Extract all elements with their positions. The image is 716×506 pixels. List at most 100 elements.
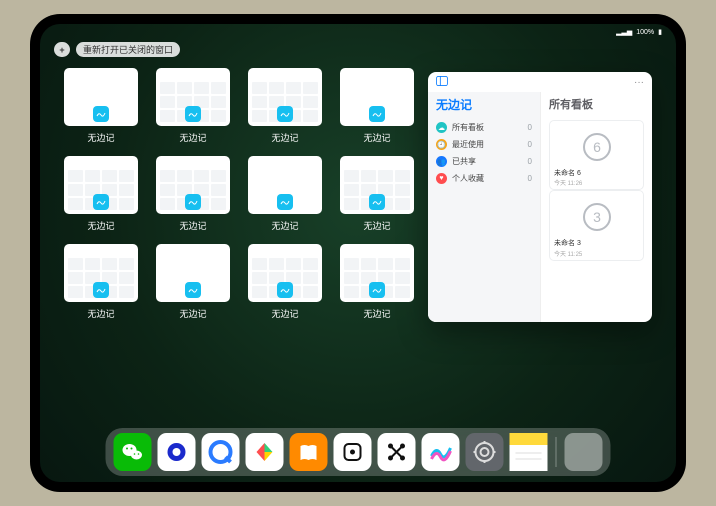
thumb-label: 无边记 — [87, 307, 114, 320]
freeform-icon — [185, 194, 201, 210]
signal-icon: ▂▃▅ — [616, 28, 632, 36]
thumb-preview — [156, 244, 230, 302]
freeform-icon — [93, 194, 109, 210]
window-thumb[interactable]: 无边记 — [340, 156, 414, 236]
thumb-preview — [340, 156, 414, 214]
expanded-toolbar: ··· — [428, 72, 652, 92]
freeform-icon — [369, 194, 385, 210]
battery-label: 100% — [636, 29, 654, 36]
dock — [106, 428, 611, 476]
expanded-main: 所有看板 6 未命名 6 今天 11:26 3 未命名 3 今天 11:25 — [540, 92, 652, 322]
thumb-preview — [340, 244, 414, 302]
board-subtitle: 今天 11:25 — [554, 249, 639, 258]
dock-browser-q-icon[interactable] — [202, 433, 240, 471]
window-thumb[interactable]: 无边记 — [248, 244, 322, 324]
window-thumb[interactable]: 无边记 — [64, 68, 138, 148]
screen: ▂▃▅ 100% ▮ + 重新打开已关闭的窗口 无边记无边记无边记无边记无边记无… — [40, 24, 676, 482]
thumb-label: 无边记 — [179, 219, 206, 232]
content-area: 无边记无边记无边记无边记无边记无边记无边记无边记无边记无边记无边记无边记 ···… — [40, 64, 676, 428]
thumb-label: 无边记 — [363, 219, 390, 232]
svg-text:6: 6 — [593, 139, 601, 155]
dock-notes-icon[interactable] — [510, 433, 548, 471]
sidebar-item[interactable]: ☁ 所有看板 0 — [436, 119, 532, 136]
status-right: ▂▃▅ 100% ▮ — [616, 28, 662, 36]
expanded-window[interactable]: ··· 无边记 ☁ 所有看板 0🕘 最近使用 0👥 已共享 0♥ 个人收藏 0 … — [428, 72, 652, 322]
board-name: 未命名 6 — [554, 170, 639, 178]
cloud-icon: ☁ — [436, 122, 447, 133]
thumb-label: 无边记 — [87, 131, 114, 144]
window-thumb[interactable]: 无边记 — [340, 244, 414, 324]
dock-separator — [556, 437, 557, 467]
thumb-preview — [64, 156, 138, 214]
dock-settings-icon[interactable] — [466, 433, 504, 471]
window-thumb[interactable]: 无边记 — [248, 156, 322, 236]
thumb-label: 无边记 — [271, 307, 298, 320]
sidebar-item-label: 所有看板 — [452, 122, 484, 133]
new-window-button[interactable]: + — [54, 42, 70, 57]
window-thumb[interactable]: 无边记 — [156, 68, 230, 148]
board-preview: 3 — [554, 194, 639, 240]
battery-icon: ▮ — [658, 28, 662, 36]
ipad-frame: ▂▃▅ 100% ▮ + 重新打开已关闭的窗口 无边记无边记无边记无边记无边记无… — [0, 0, 716, 506]
thumb-label: 无边记 — [179, 131, 206, 144]
more-icon[interactable]: ··· — [634, 77, 644, 88]
sidebar-item-count: 0 — [528, 123, 532, 132]
thumb-label: 无边记 — [271, 219, 298, 232]
thumb-preview — [64, 244, 138, 302]
thumb-preview — [248, 156, 322, 214]
freeform-icon — [93, 282, 109, 298]
window-thumb[interactable]: 无边记 — [156, 244, 230, 324]
heart-icon: ♥ — [436, 173, 447, 184]
status-bar: ▂▃▅ 100% ▮ — [40, 24, 676, 40]
thumb-label: 无边记 — [87, 219, 114, 232]
sidebar-item-count: 0 — [528, 157, 532, 166]
board-card[interactable]: 3 未命名 3 今天 11:25 — [549, 190, 644, 260]
dock-wechat-icon[interactable] — [114, 433, 152, 471]
sidebar-item[interactable]: ♥ 个人收藏 0 — [436, 170, 532, 187]
dock-appdrawer-icon[interactable] — [565, 433, 603, 471]
board-card[interactable]: 6 未命名 6 今天 11:26 — [549, 120, 644, 190]
expanded-sidebar: 无边记 ☁ 所有看板 0🕘 最近使用 0👥 已共享 0♥ 个人收藏 0 — [428, 92, 540, 322]
dock-freeform-icon[interactable] — [422, 433, 460, 471]
window-thumb[interactable]: 无边记 — [340, 68, 414, 148]
freeform-icon — [369, 282, 385, 298]
sidebar-item-count: 0 — [528, 140, 532, 149]
main-title: 所有看板 — [549, 96, 644, 112]
freeform-icon — [93, 106, 109, 122]
board-subtitle: 今天 11:26 — [554, 178, 639, 187]
thumb-label: 无边记 — [271, 131, 298, 144]
sidebar-item-label: 最近使用 — [452, 139, 484, 150]
sidebar-item[interactable]: 👥 已共享 0 — [436, 153, 532, 170]
board-preview: 6 — [554, 124, 639, 170]
people-icon: 👥 — [436, 156, 447, 167]
dock-dice-icon[interactable] — [334, 433, 372, 471]
window-thumb[interactable]: 无边记 — [156, 156, 230, 236]
sidebar-toggle-icon[interactable] — [436, 76, 448, 89]
window-thumb[interactable]: 无边记 — [248, 68, 322, 148]
dock-share-icon[interactable] — [378, 433, 416, 471]
freeform-icon — [277, 106, 293, 122]
sidebar-item[interactable]: 🕘 最近使用 0 — [436, 136, 532, 153]
freeform-icon — [369, 106, 385, 122]
window-thumb[interactable]: 无边记 — [64, 156, 138, 236]
sidebar-item-label: 个人收藏 — [452, 173, 484, 184]
thumb-label: 无边记 — [363, 307, 390, 320]
top-bar: + 重新打开已关闭的窗口 — [40, 40, 676, 63]
dock-books-icon[interactable] — [290, 433, 328, 471]
thumb-preview — [248, 244, 322, 302]
thumb-preview — [64, 68, 138, 126]
thumb-label: 无边记 — [179, 307, 206, 320]
board-name: 未命名 3 — [554, 240, 639, 248]
freeform-icon — [277, 194, 293, 210]
dock-play-icon[interactable] — [246, 433, 284, 471]
thumb-preview — [156, 156, 230, 214]
freeform-icon — [185, 282, 201, 298]
window-thumb[interactable]: 无边记 — [64, 244, 138, 324]
reopen-closed-window-button[interactable]: 重新打开已关闭的窗口 — [76, 42, 180, 57]
dock-ring-app-icon[interactable] — [158, 433, 196, 471]
freeform-icon — [277, 282, 293, 298]
sidebar-item-count: 0 — [528, 174, 532, 183]
thumb-preview — [156, 68, 230, 126]
clock-icon: 🕘 — [436, 139, 447, 150]
bezel: ▂▃▅ 100% ▮ + 重新打开已关闭的窗口 无边记无边记无边记无边记无边记无… — [30, 14, 686, 492]
